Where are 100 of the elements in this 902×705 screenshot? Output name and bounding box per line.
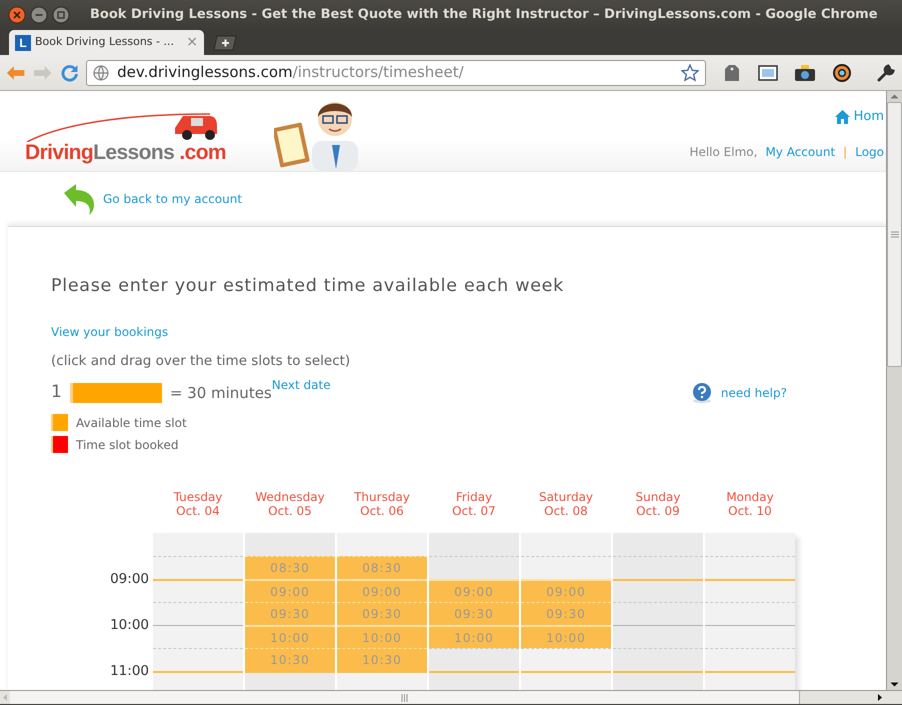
time-slot[interactable]	[705, 648, 795, 671]
url-text: dev.drivinglessons.com/instructors/timesheet/	[117, 62, 465, 84]
day-name: Saturday	[538, 490, 594, 504]
color-wheel-icon[interactable]	[832, 62, 852, 82]
star-icon[interactable]	[681, 64, 699, 82]
time-slot[interactable]	[613, 556, 703, 579]
time-slot[interactable]: 10:30	[337, 648, 427, 671]
time-slot[interactable]: 09:30	[245, 602, 335, 625]
back-link[interactable]: Go back to my account	[103, 190, 242, 208]
time-slot[interactable]	[705, 670, 795, 690]
time-slot[interactable]: 10:30	[245, 648, 335, 671]
time-slot[interactable]: 10:00	[245, 624, 335, 648]
time-slot[interactable]	[429, 556, 519, 579]
day-name: Thursday	[353, 490, 411, 504]
time-slot[interactable]	[521, 532, 611, 556]
time-slot[interactable]	[245, 532, 335, 556]
scale-text: = 30 minutes	[170, 382, 272, 404]
screen-icon[interactable]	[758, 64, 778, 82]
site-logo[interactable]: DrivingLessons .com	[25, 108, 226, 171]
time-slot[interactable]	[613, 624, 703, 648]
time-slot[interactable]	[521, 648, 611, 671]
maximize-icon[interactable]	[52, 6, 70, 24]
time-slot[interactable]	[613, 602, 703, 625]
time-slot[interactable]: 09:30	[429, 602, 519, 625]
time-slot[interactable]	[153, 578, 243, 602]
time-slot[interactable]: 10:00	[337, 624, 427, 648]
day-date: Oct. 04	[175, 504, 221, 518]
tab-close-button[interactable]: ×	[186, 32, 198, 53]
time-slot[interactable]: 09:00	[521, 578, 611, 602]
time-slot[interactable]: 09:00	[245, 578, 335, 602]
legend-label: Available time slot	[76, 414, 187, 432]
time-slot[interactable]	[153, 648, 243, 671]
time-slot[interactable]	[337, 670, 427, 690]
time-slot[interactable]	[245, 670, 335, 690]
tab-title: Book Driving Lessons - ...	[35, 34, 175, 50]
vertical-scrollbar-thumb[interactable]	[887, 102, 902, 367]
browser-tab[interactable]: L Book Driving Lessons - ... ×	[9, 30, 204, 55]
time-slot[interactable]	[613, 532, 703, 556]
time-slot[interactable]	[337, 532, 427, 556]
time-slot[interactable]	[705, 532, 795, 556]
wrench-icon[interactable]	[876, 62, 896, 82]
favicon-icon: L	[15, 34, 31, 50]
help-link[interactable]: need help?	[720, 384, 787, 402]
time-slot[interactable]	[153, 556, 243, 579]
horizontal-scrollbar-thumb[interactable]	[10, 691, 800, 704]
time-slot[interactable]	[429, 648, 519, 671]
day-name: Wednesday	[254, 490, 326, 504]
page-heading: Please enter your estimated time available each week	[51, 276, 565, 297]
time-slot[interactable]	[705, 602, 795, 625]
next-date-link[interactable]: Next date	[272, 376, 331, 394]
time-slot[interactable]	[153, 602, 243, 625]
minimize-icon[interactable]	[30, 6, 48, 24]
day-name: Tuesday	[172, 490, 224, 504]
address-bar[interactable]: dev.drivinglessons.com/instructors/timesheet/	[86, 60, 706, 86]
time-slot[interactable]	[613, 578, 703, 602]
time-slot[interactable]: 10:00	[429, 624, 519, 648]
time-slot[interactable]	[521, 670, 611, 690]
time-slot[interactable]	[429, 532, 519, 556]
tag-icon[interactable]	[722, 62, 742, 82]
my-account-link[interactable]: My Account	[765, 142, 836, 160]
legend-label: Time slot booked	[76, 436, 178, 454]
separator-text: |	[843, 144, 848, 160]
time-slot[interactable]: 08:30	[337, 556, 427, 579]
day-date: Oct. 08	[543, 504, 589, 518]
camera-icon[interactable]	[794, 64, 816, 82]
day-date: Oct. 05	[267, 504, 313, 518]
time-slot[interactable]	[521, 556, 611, 579]
time-slot[interactable]	[429, 670, 519, 690]
time-slot[interactable]: 09:00	[337, 578, 427, 602]
home-link[interactable]: Hom	[854, 107, 884, 126]
hour-label: 10:00	[110, 616, 149, 634]
time-slot[interactable]	[153, 624, 243, 648]
time-slot[interactable]	[153, 532, 243, 556]
forward-icon[interactable]	[33, 64, 53, 80]
help-icon[interactable]	[690, 382, 713, 404]
time-slot[interactable]	[705, 556, 795, 579]
back-arrow-icon[interactable]	[62, 183, 95, 215]
day-name: Sunday	[634, 490, 682, 504]
close-icon[interactable]	[8, 6, 26, 24]
globe-icon	[93, 64, 110, 80]
time-slot[interactable]	[705, 624, 795, 648]
home-icon[interactable]	[834, 110, 850, 124]
time-slot[interactable]: 08:30	[245, 556, 335, 579]
time-slot[interactable]: 09:00	[429, 578, 519, 602]
time-slot[interactable]: 09:30	[521, 602, 611, 625]
view-bookings-link[interactable]: View your bookings	[51, 325, 168, 339]
reload-icon[interactable]	[60, 64, 78, 82]
new-tab-icon[interactable]	[212, 35, 238, 51]
scale-count: 1	[51, 381, 62, 404]
time-slot[interactable]	[613, 670, 703, 690]
time-slot[interactable]: 10:00	[521, 624, 611, 648]
day-date: Oct. 06	[359, 504, 405, 518]
back-icon[interactable]	[6, 64, 26, 80]
day-date: Oct. 07	[451, 504, 497, 518]
time-slot[interactable]	[613, 648, 703, 671]
time-slot[interactable]	[153, 670, 243, 690]
day-name: Friday	[454, 490, 494, 504]
time-slot[interactable]	[705, 578, 795, 602]
logout-link[interactable]: Logo	[855, 142, 884, 160]
time-slot[interactable]: 09:30	[337, 602, 427, 625]
